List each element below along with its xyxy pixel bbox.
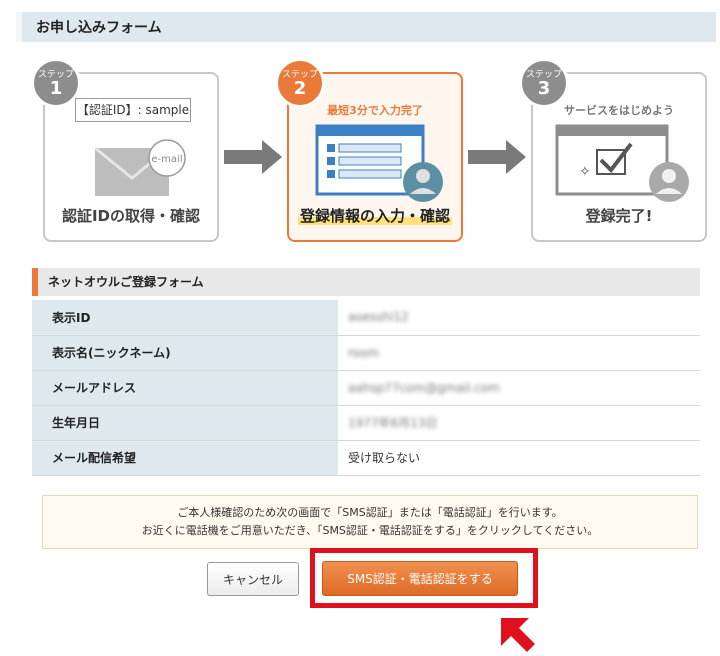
table-row: 表示名(ニックネーム) room: [32, 335, 700, 371]
step-3-card: ステップ 3 サービスをはじめよう ✧ 登録完了!: [519, 58, 707, 242]
arrow-right-icon: [468, 140, 526, 174]
field-label-mail-delivery: メール配信希望: [32, 440, 338, 476]
step-3-number: 3: [537, 78, 551, 99]
envelope-icon: e-mail: [94, 139, 186, 196]
field-value-display-id: aoesshi12: [338, 300, 700, 336]
registration-info-table: 表示ID aoesshi12 表示名(ニックネーム) room メールアドレス …: [32, 300, 700, 476]
step-3-tag: サービスをはじめよう: [564, 104, 674, 117]
verification-notice: ご本人様確認のため次の画面で「SMS認証」または「電話認証」を行います。 お近く…: [42, 495, 698, 549]
field-label-email: メールアドレス: [32, 370, 338, 406]
sms-phone-verify-button[interactable]: SMS認証・電話認証をする: [322, 561, 518, 596]
svg-text:✧: ✧: [579, 164, 591, 180]
table-row: メール配信希望 受け取らない: [32, 440, 700, 476]
auth-id-box: 【認証ID】: sample: [75, 98, 191, 122]
step-2-number: 2: [293, 78, 307, 99]
field-label-birthdate: 生年月日: [32, 405, 338, 441]
table-row: メールアドレス aahsp77com@gmail.com: [32, 370, 700, 406]
cancel-button[interactable]: キャンセル: [207, 562, 299, 596]
step-2-badge: ステップ 2: [275, 58, 325, 108]
arrow-right-icon: [224, 140, 282, 174]
field-label-nickname: 表示名(ニックネーム): [32, 335, 338, 371]
notice-line-2: お近くに電話機をご用意いただき、「SMS認証・電話認証をする」をクリックしてくだ…: [141, 524, 599, 537]
field-label-display-id: 表示ID: [32, 300, 338, 336]
step-1-caption: 認証IDの取得・確認: [61, 207, 201, 225]
form-header: お申し込みフォーム: [16, 12, 716, 42]
step-2-card: ステップ 2 最短3分で入力完了 登録情報の入力・確認: [275, 58, 463, 242]
field-value-nickname: room: [338, 335, 700, 371]
field-value-mail-delivery: 受け取らない: [338, 440, 700, 476]
field-value-birthdate: 1977年6月13日: [338, 405, 700, 441]
table-row: 生年月日 1977年6月13日: [32, 405, 700, 441]
form-window-icon: [315, 124, 443, 202]
field-value-email: aahsp77com@gmail.com: [338, 370, 700, 406]
step-1-number: 1: [49, 78, 63, 99]
step-2-tag: 最短3分で入力完了: [327, 104, 423, 117]
step-1-card: ステップ 1 【認証ID】: sample e-mail 認証IDの取得・確認: [31, 58, 219, 242]
notice-line-1: ご本人様確認のため次の画面で「SMS認証」または「電話認証」を行います。: [177, 506, 563, 519]
complete-window-icon: ✧: [555, 124, 689, 202]
table-row: 表示ID aoesshi12: [32, 300, 700, 336]
step-3-badge: ステップ 3: [519, 58, 569, 108]
page-title: お申し込みフォーム: [36, 20, 162, 36]
header-accent-bar: [16, 12, 22, 42]
envelope-stamp-text: e-mail: [151, 154, 182, 165]
step-2-caption: 登録情報の入力・確認: [297, 207, 452, 225]
step-3-caption: 登録完了!: [585, 207, 653, 225]
pointer-arrow-icon: [501, 618, 535, 652]
section-title: ネットオウルご登録フォーム: [32, 268, 700, 296]
step-1-badge: ステップ 1: [31, 58, 81, 108]
